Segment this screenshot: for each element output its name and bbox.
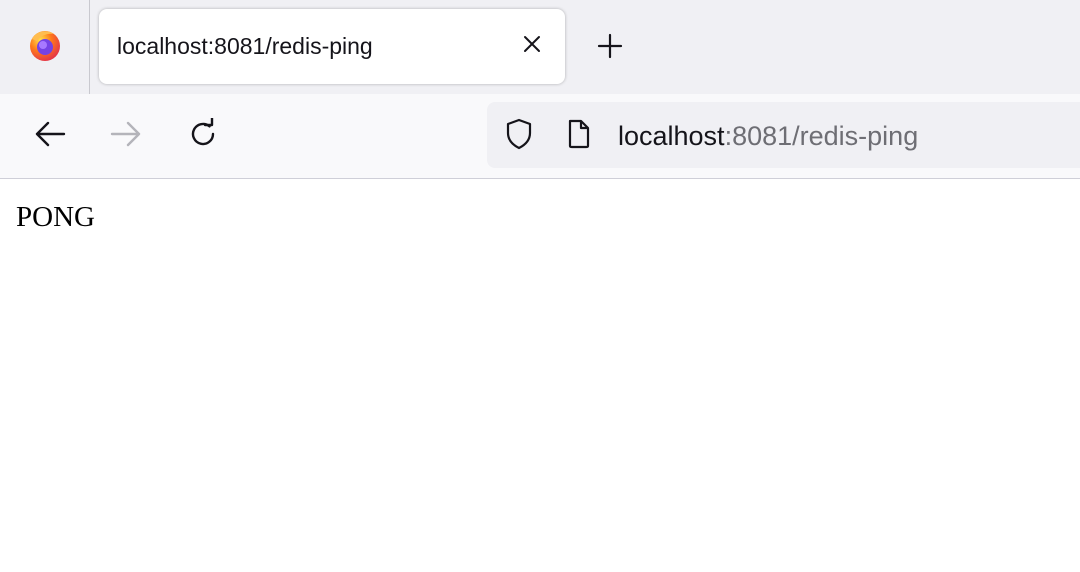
document-icon [566,119,592,154]
firefox-logo-icon [27,27,63,68]
back-button[interactable] [31,117,69,155]
page-info-button[interactable] [564,119,594,154]
tab-strip: localhost:8081/redis-ping [0,0,1080,94]
url-path: :8081/redis-ping [724,121,919,151]
tab-title: localhost:8081/redis-ping [117,33,373,59]
arrow-left-icon [34,120,66,153]
url-host: localhost [618,121,725,151]
tab-active[interactable]: localhost:8081/redis-ping [99,9,565,84]
url-text[interactable]: localhost:8081/redis-ping [618,121,918,151]
close-icon [523,35,541,58]
browser-window: localhost:8081/redis-ping localhost:8081… [0,0,1080,572]
shield-icon [505,118,533,155]
tab-close-button[interactable] [517,31,547,61]
page-body-text: PONG [16,201,95,233]
navigation-toolbar: localhost:8081/redis-ping [0,94,1080,179]
plus-icon [597,33,623,64]
reload-button[interactable] [184,116,222,155]
new-tab-button[interactable] [592,30,628,66]
tab-separator [89,0,90,94]
page-content: PONG [0,179,1080,572]
forward-button[interactable] [107,117,145,155]
reload-icon [187,116,219,155]
app-menu-button[interactable] [0,0,89,94]
tracking-protection-button[interactable] [504,118,534,151]
arrow-right-icon [110,120,142,153]
url-bar[interactable]: localhost:8081/redis-ping [487,102,1080,168]
